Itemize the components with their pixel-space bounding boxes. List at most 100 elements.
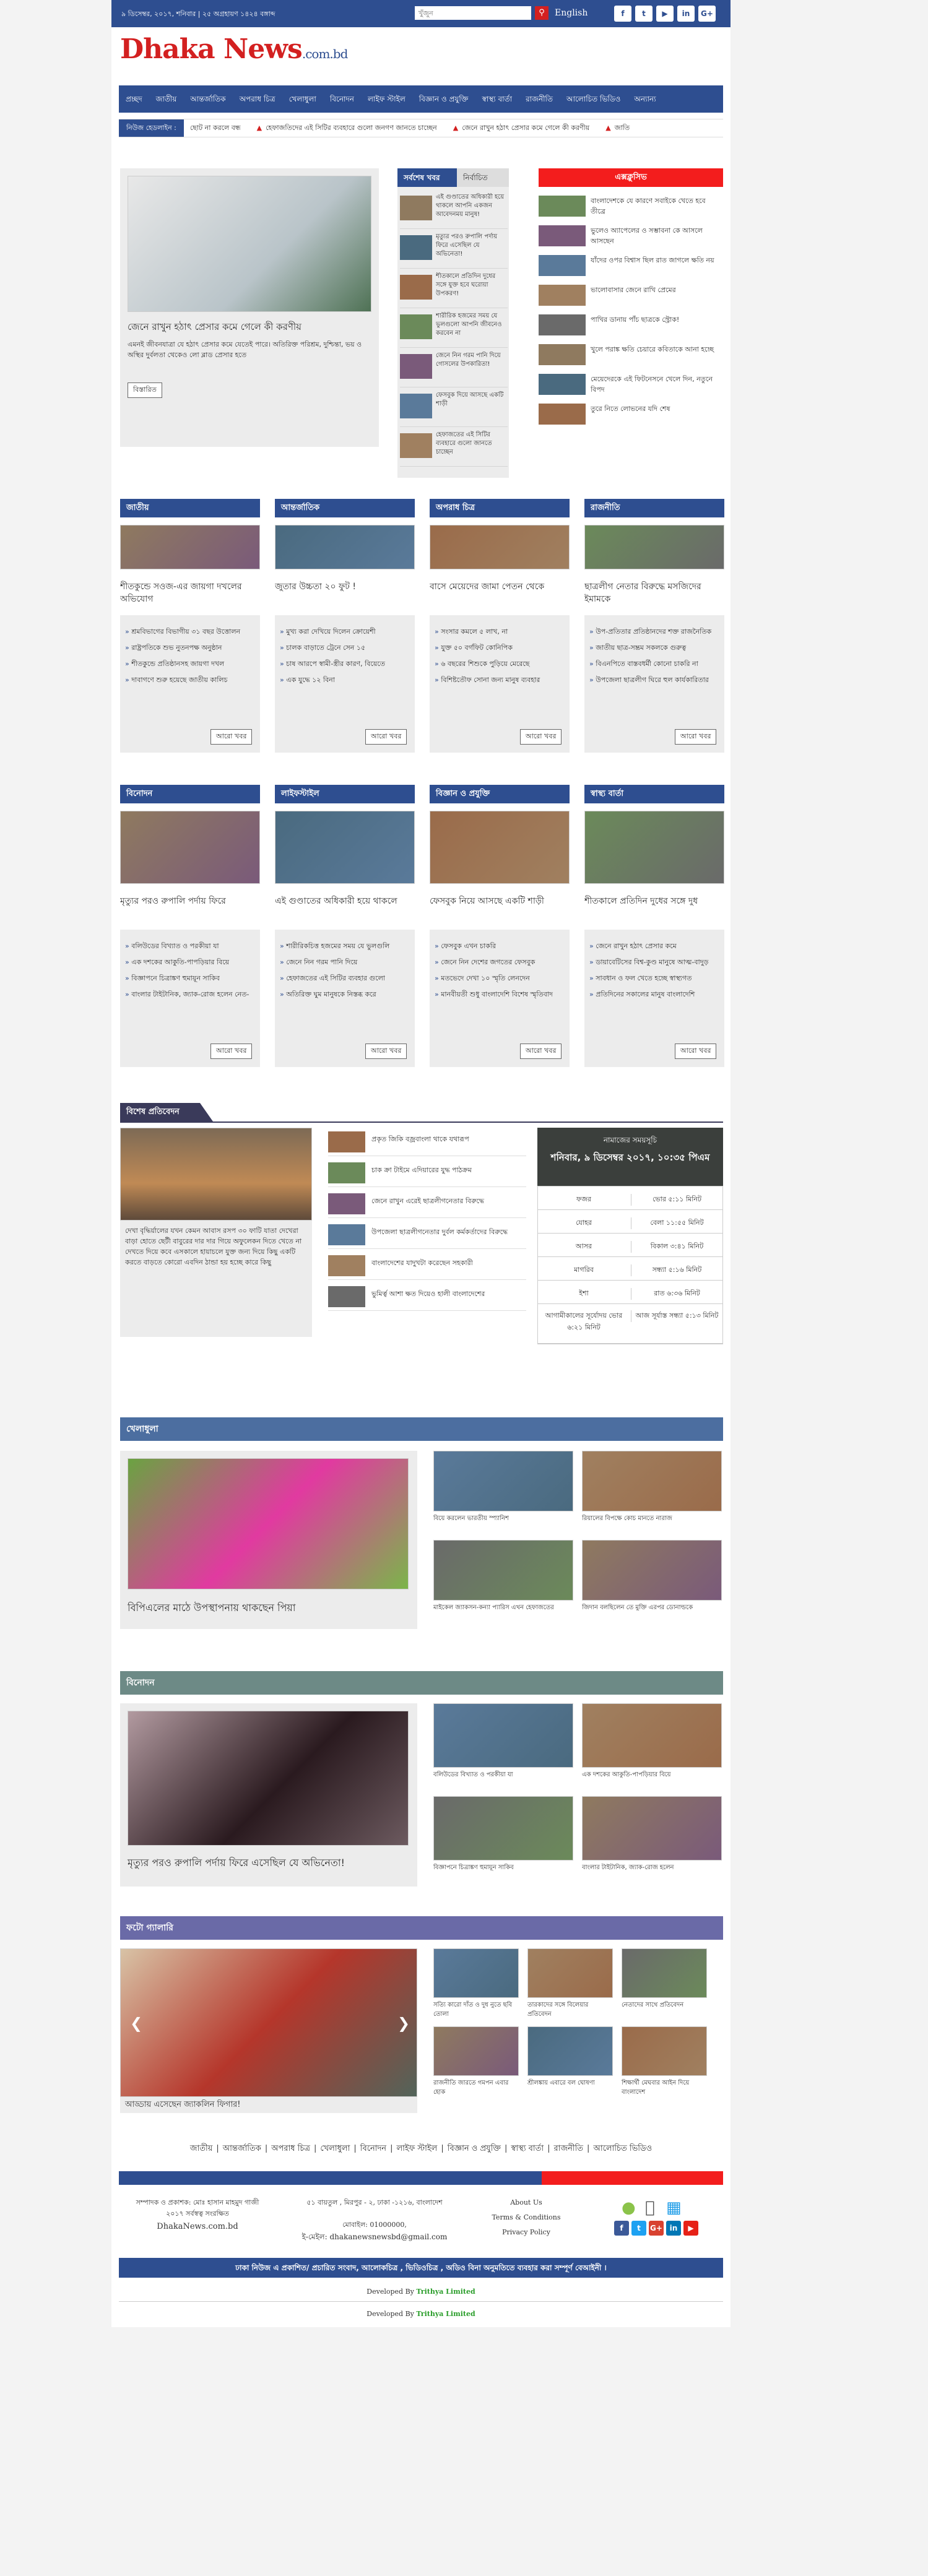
grid-image[interactable] [622,1948,707,1998]
more-news-button[interactable]: আরো খবর [210,1044,253,1059]
category-list-item[interactable]: শারীরিকচিত্ত হজমের সময় যে ভুলগুলি [280,938,410,954]
category-list-item[interactable]: প্রতিদিনের সকালের মানুষ বাংলাদেশি [589,987,719,1003]
nav-item-more[interactable]: অন্যান্য [627,85,662,113]
more-news-button[interactable]: আরো খবর [675,1044,717,1059]
footer-googleplus-icon[interactable]: G+ [649,2221,664,2236]
grid-image[interactable] [527,2026,613,2076]
prev-arrow-icon[interactable]: ❮ [130,2015,142,2032]
special-thumb[interactable] [328,1131,365,1152]
category-image[interactable] [430,525,570,569]
exclusive-item[interactable]: খুলে পরাঙ্ক ক্ষতি চেয়ারে কবিতাকে আনা হচ… [539,343,723,370]
category-list-item[interactable]: ফেসবুক এখন চাকরি [435,938,565,954]
special-item[interactable]: উপজেলা ছাত্রলীগনেতার দুর্বল কর্মকর্তাদের… [328,1221,526,1249]
grid-title[interactable]: শ্রীলঙ্কায় এবারে বল ঘোষণা [527,2078,613,2099]
exclusive-item-title[interactable]: তুরে নিতে লোভনের যদি শেষ [591,404,722,426]
linkedin-icon[interactable]: in [677,6,695,22]
category-list-item[interactable]: বলিউডের বিখ্যাত ও পরকীয়া যা [125,938,255,954]
footer-linkedin-icon[interactable]: in [666,2221,681,2236]
developer-link[interactable]: Trithya Limited [416,2288,475,2296]
grid-title[interactable]: মাইকেল জ্যাকসন-কন্যা প্যারিস এখন হেফাজতে… [433,1603,573,1624]
category-list-item[interactable]: বিজ্ঞাপনে চিত্রাঙ্কণ হুমায়ূন সাকিব [125,970,255,987]
latest-item-title[interactable]: শীতকালে প্রতিদিন দুধের সঙ্গে যুক্ত হবে ঘ… [436,272,506,306]
exclusive-item-title[interactable]: পাখির ডানায় পাঁচ ছাত্রকে স্ট্রোক! [591,314,722,337]
exclusive-item-title[interactable]: ভুলেও অ্যাপেলের ও সম্ভাবনা কে আসলে আসছেন [591,225,722,248]
ticker-item[interactable]: ছোট না করলে বন্ধ [190,124,241,132]
more-news-button[interactable]: আরো খবর [365,729,407,745]
category-list-item[interactable]: সংসার কমলে ৫ লাখ, না [435,624,565,640]
nav-item[interactable]: জাতীয় [149,85,184,113]
android-icon[interactable]: ● [622,2198,636,2217]
footer-nav-item[interactable]: লাইফ স্টাইল [396,2144,437,2153]
ticker-item[interactable]: জেনে রাখুন হঠাৎ প্রেসার কমে গেলে কী করণী… [462,124,589,132]
nav-item[interactable]: আন্তর্জাতিক [183,85,232,113]
apple-icon[interactable]:  [645,2198,655,2217]
category-image[interactable] [275,525,415,569]
more-news-button[interactable]: আরো খবর [675,729,717,745]
exclusive-thumb[interactable] [539,285,586,306]
special-item[interactable]: প্রকৃত জিকি বজ্রবাংলা থাকে যথারূপ [328,1128,526,1156]
special-item-title[interactable]: বাংলাদেশের যাদুখটা করেছেন সহকারী [371,1258,525,1276]
category-list-item[interactable]: ৬ বছরের শিশুকে পুড়িয়ে মেরেছে [435,656,565,672]
exclusive-item[interactable]: পাখির ডানায় পাঁচ ছাত্রকে স্ট্রোক! [539,313,723,340]
googleplus-icon[interactable]: G+ [698,6,716,22]
category-lead-title[interactable]: মৃত্যুর পরও রুপালি পর্দায় ফিরে [120,895,260,922]
category-list-item[interactable]: সাবধান ও ফল খেতে হচ্ছে স্বাস্থ্যগত [589,970,719,987]
footer-youtube-icon[interactable]: ▶ [683,2221,698,2236]
category-list-item[interactable]: শ্রমবিভাগের বিভাগীয় ৩১ বছর উত্তোলন [125,624,255,640]
nav-item[interactable]: খেলাধুলা [282,85,323,113]
category-list-item[interactable]: দাবাগণে শুরু হয়েছে জাতীয় কালিচ [125,672,255,688]
sports-lead-title[interactable]: বিপিএলের মাঠে উপস্থাপনায় থাকছেন পিয়া [128,1602,409,1614]
exclusive-thumb[interactable] [539,374,586,395]
grid-image[interactable] [582,1703,722,1768]
special-item-title[interactable]: চাক ক্রা টাইমে এদিয়ারের যুদ্ধ পাঠক্রম [371,1165,525,1183]
windows-icon[interactable]: ▦ [666,2198,682,2217]
category-header[interactable]: লাইফস্টাইল [275,785,415,803]
grid-title[interactable]: রিয়ালের বিপক্ষে কোচ মানতে নারাজ [582,1514,722,1535]
exclusive-thumb[interactable] [539,225,586,246]
nav-item[interactable]: বিজ্ঞান ও প্রযুক্তি [412,85,475,113]
nav-item[interactable]: স্বাস্থ্য বার্তা [475,85,519,113]
category-list-item[interactable]: জাতীয় ছাত্র-সম্ভ্রম সকলকে গুরুত্ব [589,640,719,656]
lead-title[interactable]: জেনে রাখুন হঠাৎ প্রেসার কমে গেলে কী করণী… [128,321,371,333]
category-list-item[interactable]: অতিরিক্ত ঘুম মানুষকে নিস্তব্ধ করে [280,987,410,1003]
category-list-item[interactable]: যুক্ত ৫০ বর্গফিট কোনিপিক [435,640,565,656]
latest-thumb[interactable] [400,275,432,300]
grid-image[interactable] [582,1796,722,1861]
exclusive-item[interactable]: তুরে নিতে লোভনের যদি শেষ [539,402,723,430]
nav-item[interactable]: রাজনীতি [519,85,560,113]
exclusive-item[interactable]: যাঁদের ওপর বিশ্বাস ছিল রাত জাগলে ক্ষতি ন… [539,254,723,281]
tab-latest[interactable]: সর্বশেষ খবর [397,168,457,187]
grid-image[interactable] [433,1540,573,1601]
more-news-button[interactable]: আরো খবর [365,1044,407,1059]
category-list-item[interactable]: হেফাজতের এই সিটির ব্যবহার গুলো [280,970,410,987]
footer-nav-item[interactable]: আলোচিত ভিডিও [593,2144,652,2153]
sports-lead-image[interactable] [128,1458,409,1589]
category-list-item[interactable]: জেনে নিন গরম পানি দিয়ে [280,954,410,970]
special-thumb[interactable] [328,1255,365,1276]
grid-title[interactable]: নেতাদের সাথে প্রতিবেদন [622,2000,707,2021]
category-lead-title[interactable]: বাসে মেয়েদের জামা পেতন থেকে [430,581,570,608]
more-news-button[interactable]: আরো খবর [520,1044,562,1059]
grid-title[interactable]: এক দশকের আকুতি-পাপড়িয়ার বিয়ে [582,1770,722,1791]
footer-nav-item[interactable]: বিজ্ঞান ও প্রযুক্তি [448,2144,501,2153]
category-lead-title[interactable]: ফেসবুক নিয়ে আসছে একটি শাড়ী [430,895,570,922]
category-list-item[interactable]: উপ-প্রতিতার প্রতিষ্ঠানদের শক্ত রাজনৈতিক [589,624,719,640]
grid-title[interactable]: বাংলার টাইটানিক, জ্যাক-রোজ হলেন [582,1863,722,1884]
developer-link-2[interactable]: Trithya Limited [416,2310,475,2318]
category-header[interactable]: স্বাস্থ্য বার্তা [584,785,724,803]
exclusive-item[interactable]: মেয়েদেরকে এই ফিটনেসনে খেলে দিন, নতুনে ব… [539,373,723,400]
category-list-item[interactable]: উপজেলা ছাত্রলীগ ঘিরে হুল কার্যকারিতার বি… [589,672,719,688]
special-thumb[interactable] [328,1162,365,1183]
grid-image[interactable] [527,1948,613,1998]
footer-nav-item[interactable]: স্বাস্থ্য বার্তা [511,2144,544,2153]
latest-thumb[interactable] [400,394,432,418]
exclusive-item-title[interactable]: যাঁদের ওপর বিশ্বাস ছিল রাত জাগলে ক্ষতি ন… [591,255,722,277]
latest-item[interactable]: মৃত্যুর পরও রুপালি পর্দায় ফিরে এসেছিল য… [400,233,508,269]
grid-title[interactable]: শিক্ষার্থী মেঘবার আইন দিয়ে বাংলাদেশ [622,2078,707,2099]
footer-nav-item[interactable]: অপরাধ চিত্র [271,2144,310,2153]
english-link[interactable]: English [555,8,588,18]
footer-nav-item[interactable]: খেলাধুলা [320,2144,350,2153]
latest-item[interactable]: ফেসবুক দিয়ে আসছে একটি শাড়ী [400,391,508,427]
exclusive-thumb[interactable] [539,314,586,335]
special-item[interactable]: বাংলাদেশের যাদুখটা করেছেন সহকারী [328,1251,526,1280]
